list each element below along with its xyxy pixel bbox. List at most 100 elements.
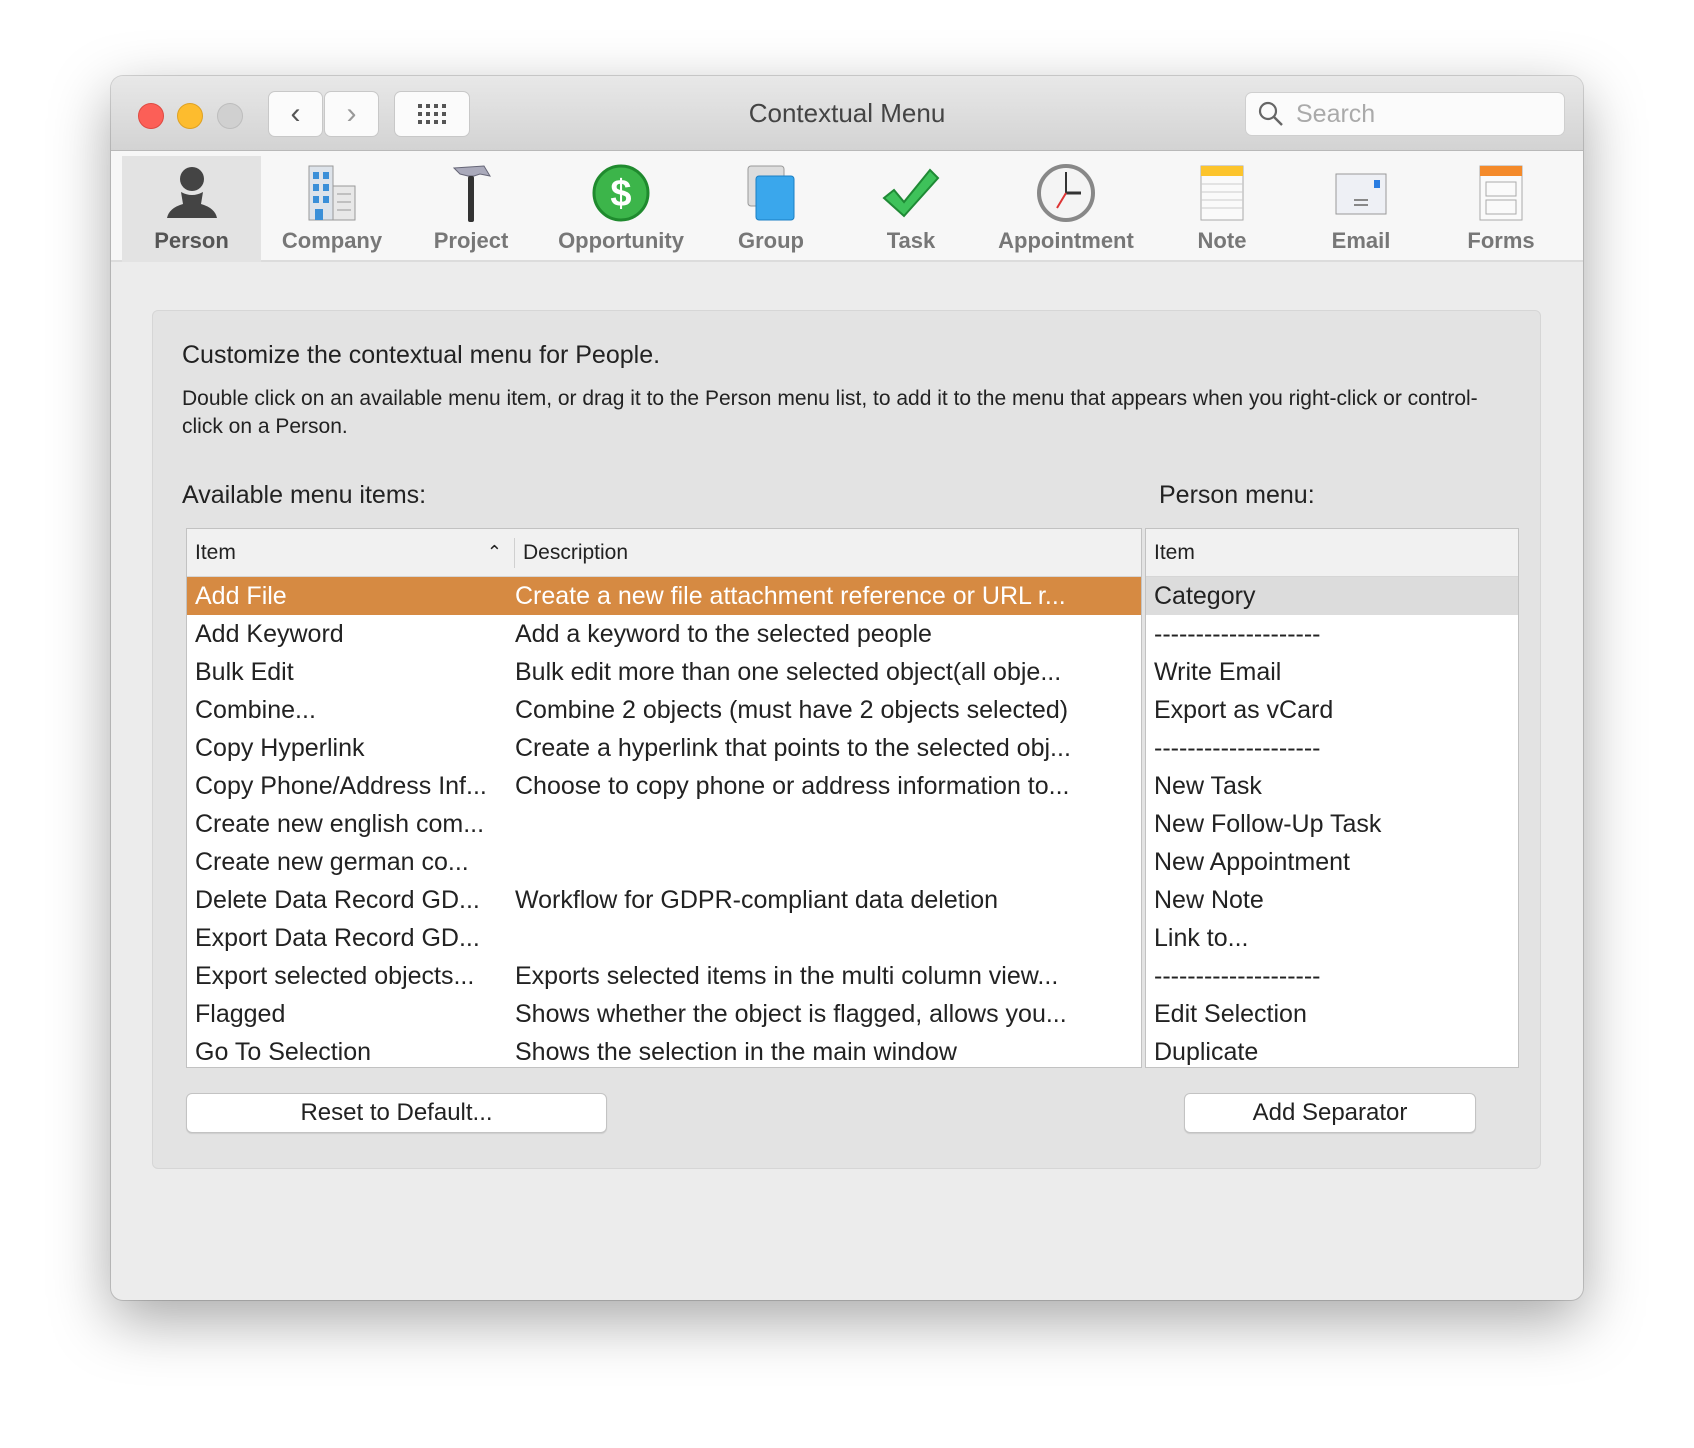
reset-to-default-button[interactable]: Reset to Default... [186, 1093, 607, 1133]
table-row[interactable]: -------------------- [1146, 957, 1518, 995]
table-row[interactable]: New Appointment [1146, 843, 1518, 881]
person-icon [166, 167, 217, 218]
search-placeholder: Search [1296, 99, 1376, 128]
item-cell: Go To Selection [195, 1037, 372, 1066]
tab-person[interactable]: Person [122, 156, 261, 262]
table-row[interactable]: Add File Create a new file attachment ref… [187, 577, 1141, 615]
category-toolbar: Person Company Project $ Opportunity Gro… [111, 151, 1583, 262]
description-cell: Combine 2 objects (must have 2 objects s… [515, 695, 1069, 724]
table-row[interactable]: Export as vCard [1146, 691, 1518, 729]
table-row[interactable]: Flagged Shows whether the object is flagg… [187, 995, 1141, 1033]
table-row[interactable]: Add Keyword Add a keyword to the selected… [187, 615, 1141, 653]
table-row[interactable]: Export Data Record GD... [187, 919, 1141, 957]
item-cell: Add File [195, 581, 287, 610]
available-items-table[interactable]: Item ⌃ Description Add File Create a new f… [186, 528, 1142, 1068]
building-icon [308, 165, 356, 221]
item-cell: -------------------- [1154, 961, 1321, 990]
item-cell: New Task [1154, 771, 1262, 800]
item-cell: Create new german co... [195, 847, 469, 876]
note-icon [1200, 165, 1244, 221]
svg-text:$: $ [610, 173, 631, 215]
tab-label: Person [154, 228, 229, 253]
tab-email[interactable]: Email [1291, 156, 1431, 262]
column-title: Item [195, 540, 236, 564]
table-row[interactable]: Duplicate [1146, 1033, 1518, 1067]
table-row[interactable]: Go To Selection Shows the selection in th… [187, 1033, 1141, 1067]
item-cell: Link to... [1154, 923, 1249, 952]
column-header-item[interactable]: Item [1146, 541, 1195, 565]
forms-icon [1479, 165, 1523, 221]
description-cell: Choose to copy phone or address informat… [515, 771, 1070, 800]
table-row[interactable]: Combine... Combine 2 objects (must have 2… [187, 691, 1141, 729]
tab-opportunity[interactable]: $ Opportunity [551, 156, 691, 262]
search-icon [1258, 101, 1283, 126]
tab-label: Task [886, 228, 936, 253]
description-cell: Shows whether the object is flagged, all… [515, 999, 1067, 1028]
tab-label: Email [1331, 228, 1391, 253]
person-menu-table[interactable]: Item Category -------------------- Write E… [1145, 528, 1519, 1068]
description-cell: Workflow for GDPR-compliant data deletio… [515, 885, 999, 914]
tab-label: Forms [1467, 228, 1535, 253]
table-row[interactable]: Create new german co... [187, 843, 1141, 881]
table-row[interactable]: New Task [1146, 767, 1518, 805]
table-row[interactable]: Link to... [1146, 919, 1518, 957]
title-bar: ‹ › Contextual Menu Search [111, 76, 1583, 151]
add-separator-button[interactable]: Add Separator [1184, 1093, 1476, 1133]
item-cell: Edit Selection [1154, 999, 1307, 1028]
description-cell: Bulk edit more than one selected object(… [515, 657, 1062, 686]
item-cell: Export as vCard [1154, 695, 1334, 724]
hammer-icon [452, 165, 492, 222]
tab-project[interactable]: Project [401, 156, 541, 262]
description-cell: Shows the selection in the main window [515, 1037, 957, 1066]
table-row[interactable]: Edit Selection [1146, 995, 1518, 1033]
table-row[interactable]: -------------------- [1146, 729, 1518, 767]
tab-label: Company [281, 228, 383, 253]
table-row[interactable]: Copy Phone/Address Inf... Choose to copy … [187, 767, 1141, 805]
tab-note[interactable]: Note [1152, 156, 1292, 262]
tab-forms[interactable]: Forms [1431, 156, 1571, 262]
checkmark-icon [882, 168, 940, 218]
item-cell: Export Data Record GD... [195, 923, 480, 952]
search-field[interactable]: Search [1245, 92, 1565, 136]
item-cell: Write Email [1154, 657, 1282, 686]
table-row[interactable]: New Note [1146, 881, 1518, 919]
table-row[interactable]: Export selected objects... Exports select… [187, 957, 1141, 995]
group-icon [747, 165, 795, 221]
item-cell: Category [1154, 581, 1256, 610]
item-cell: Export selected objects... [195, 961, 475, 990]
column-header-item[interactable]: Item ⌃ [187, 537, 515, 568]
table-row[interactable]: -------------------- [1146, 615, 1518, 653]
tab-appointment[interactable]: Appointment [996, 156, 1136, 262]
tab-company[interactable]: Company [262, 156, 402, 262]
item-cell: Create new english com... [195, 809, 485, 838]
table-row[interactable]: New Follow-Up Task [1146, 805, 1518, 843]
item-cell: Delete Data Record GD... [195, 885, 480, 914]
item-cell: Bulk Edit [195, 657, 294, 686]
description-cell: Add a keyword to the selected people [515, 619, 932, 648]
item-cell: Flagged [195, 999, 286, 1028]
available-items-label: Available menu items: [182, 481, 427, 509]
panel-description: Double click on an available menu item, … [182, 387, 1478, 438]
tab-label: Opportunity [558, 228, 684, 253]
tab-label: Group [738, 228, 804, 253]
table-row[interactable]: Write Email [1146, 653, 1518, 691]
panel-heading: Customize the contextual menu for People… [182, 341, 661, 369]
item-cell: Add Keyword [195, 619, 344, 648]
item-cell: Copy Hyperlink [195, 733, 365, 762]
table-row[interactable]: Bulk Edit Bulk edit more than one selecte… [187, 653, 1141, 691]
item-cell: New Appointment [1154, 847, 1350, 876]
table-header: Item ⌃ Description [187, 529, 1141, 577]
item-cell: -------------------- [1154, 619, 1321, 648]
description-cell: Create a new file attachment reference o… [515, 581, 1066, 610]
tab-label: Note [1197, 228, 1247, 253]
sort-ascending-icon: ⌃ [486, 542, 502, 562]
table-row[interactable]: Category [1146, 577, 1518, 615]
item-cell: Duplicate [1154, 1037, 1259, 1066]
column-header-description[interactable]: Description [515, 541, 1141, 565]
tab-task[interactable]: Task [841, 156, 981, 262]
item-cell: New Note [1154, 885, 1264, 914]
table-row[interactable]: Create new english com... [187, 805, 1141, 843]
table-row[interactable]: Copy Hyperlink Create a hyperlink that po… [187, 729, 1141, 767]
tab-group[interactable]: Group [701, 156, 841, 262]
table-row[interactable]: Delete Data Record GD... Workflow for GDP… [187, 881, 1141, 919]
